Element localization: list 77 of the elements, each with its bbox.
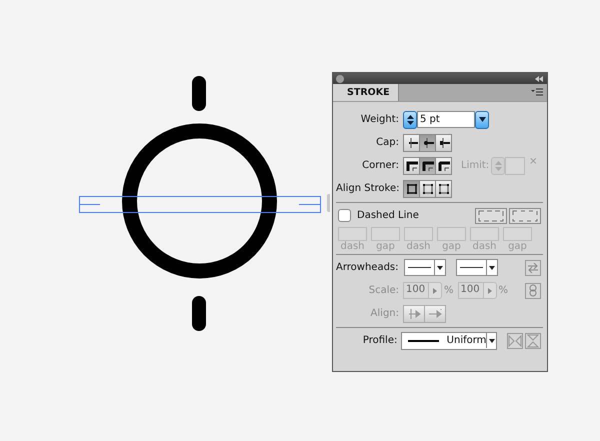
- dash-field[interactable]: [503, 227, 532, 241]
- weight-stepper[interactable]: [403, 110, 417, 128]
- dash-field-label: gap: [442, 241, 461, 252]
- arrow-icon: [428, 308, 442, 318]
- weight-dropdown[interactable]: [475, 110, 489, 128]
- play-icon: [488, 288, 492, 294]
- arrowhead-dropdown[interactable]: [404, 259, 446, 276]
- dashed-rectangle-icon: [478, 210, 504, 222]
- arrowhead-dropdown[interactable]: [456, 259, 498, 276]
- dash-field[interactable]: [437, 227, 466, 241]
- arrowheads-label: Arrowheads:: [336, 262, 399, 273]
- dash-field[interactable]: [404, 227, 433, 241]
- scale-dropdown[interactable]: [482, 282, 497, 299]
- arrow-align-button[interactable]: [424, 304, 446, 322]
- collapse-icon[interactable]: [535, 76, 543, 82]
- panel-grip[interactable]: [327, 194, 330, 212]
- corner-join-icon: [438, 160, 450, 171]
- align-stroke-button[interactable]: [419, 180, 436, 198]
- corner-join-icon: [422, 160, 434, 171]
- corner-join-icon: [406, 160, 418, 171]
- align-stroke-label: Align Stroke:: [336, 183, 399, 194]
- dash-field[interactable]: [338, 227, 367, 241]
- menu-icon[interactable]: [531, 88, 543, 96]
- square-icon: [406, 182, 418, 194]
- dashed-line-checkbox[interactable]: [338, 209, 351, 222]
- dash-field-label: dash: [472, 241, 497, 252]
- cap-button[interactable]: [403, 134, 420, 152]
- limit-field[interactable]: [505, 156, 526, 174]
- dashed-line-label: Dashed Line: [357, 210, 419, 221]
- link-icon[interactable]: [525, 282, 541, 298]
- percent-label: %: [444, 285, 454, 296]
- caret-icon: [488, 266, 495, 270]
- dash-field-label: gap: [376, 241, 395, 252]
- panel-tab[interactable]: STROKE: [333, 84, 399, 101]
- profile-label: Profile:: [362, 335, 398, 346]
- dash-field-label: dash: [406, 241, 431, 252]
- dash-field[interactable]: [470, 227, 499, 241]
- arrow-icon: [407, 308, 421, 318]
- square-icon: [438, 182, 450, 194]
- corner-button[interactable]: [403, 156, 420, 174]
- weight-field[interactable]: 5 pt: [417, 111, 475, 128]
- caret-icon: [436, 266, 443, 270]
- dash-align-button[interactable]: [475, 208, 507, 224]
- weight-label: Weight:: [360, 114, 399, 125]
- corner-button[interactable]: [435, 156, 452, 174]
- vertical-bar: [192, 76, 206, 111]
- align-stroke-button[interactable]: [435, 180, 452, 198]
- align-label: Align:: [370, 308, 399, 319]
- dash-field[interactable]: [371, 227, 400, 241]
- align-stroke-button[interactable]: [403, 180, 420, 198]
- arrow-align-button[interactable]: [403, 304, 425, 322]
- swap-icon[interactable]: [525, 260, 541, 276]
- caret-icon: [478, 117, 486, 122]
- close-icon[interactable]: [336, 74, 344, 82]
- corner-button[interactable]: [419, 156, 436, 174]
- cap-button[interactable]: [419, 134, 436, 152]
- line-cap-icon: [438, 138, 450, 148]
- flip-vertical-icon[interactable]: [525, 332, 541, 348]
- cap-label: Cap:: [375, 137, 399, 148]
- profile-dropdown[interactable]: Uniform: [401, 332, 498, 350]
- percent-label: %: [498, 285, 508, 296]
- stepper-arrows-icon: [494, 160, 502, 172]
- dash-field-label: dash: [340, 241, 365, 252]
- play-icon: [433, 288, 437, 294]
- limit-label: Limit:: [461, 160, 490, 171]
- flip-horizontal-icon[interactable]: [507, 332, 524, 348]
- stepper-arrows-icon: [406, 114, 414, 126]
- dash-align-button[interactable]: [509, 208, 541, 224]
- square-icon: [422, 182, 434, 194]
- scale-label: Scale:: [368, 285, 399, 296]
- dashed-rectangle-icon: [512, 210, 538, 222]
- vertical-bar: [192, 296, 206, 331]
- scale-dropdown[interactable]: [428, 282, 442, 299]
- dash-field-label: gap: [508, 241, 527, 252]
- caret-icon: [488, 338, 495, 342]
- cap-button[interactable]: [435, 134, 452, 152]
- corner-label: Corner:: [361, 160, 399, 171]
